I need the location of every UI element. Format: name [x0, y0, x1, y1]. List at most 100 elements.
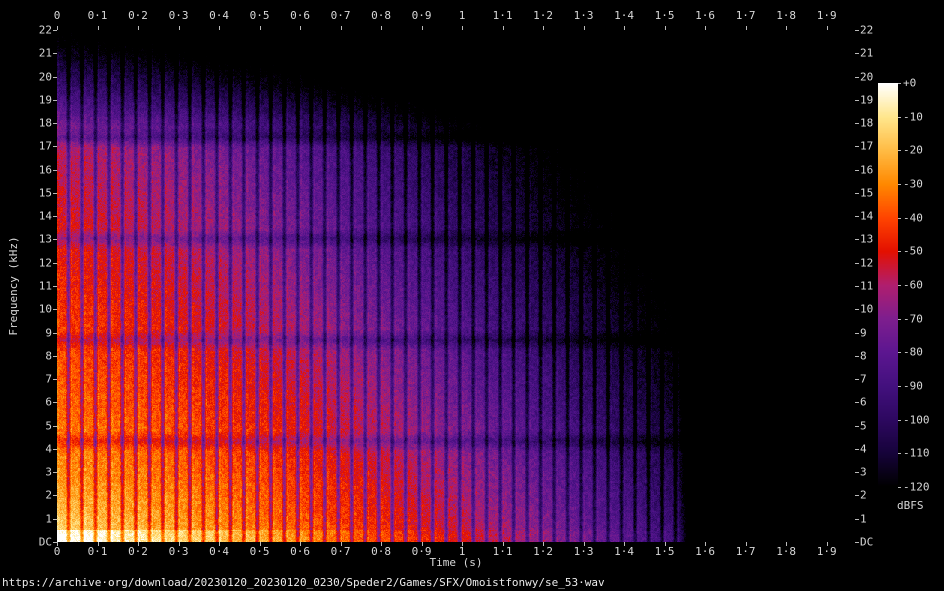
time-tick-label-bottom: 0·6 [290, 546, 310, 557]
freq-tick-label-left: 11 [39, 281, 52, 292]
freq-tick-label-left: 2 [45, 490, 52, 501]
freq-tick-label-right: 21 [860, 48, 873, 59]
colorbar-tick-label: -120 [903, 482, 930, 493]
colorbar-tick-label: +0 [903, 78, 916, 89]
time-tick-label-top: 0·1 [88, 10, 108, 21]
freq-tick-label-left: 10 [39, 304, 52, 315]
time-tick-label-top: 1 [459, 10, 466, 21]
time-tick-label-top: 1·2 [533, 10, 553, 21]
time-tick-label-top: 1·1 [493, 10, 513, 21]
time-tick-label-top: 0·2 [128, 10, 148, 21]
time-tick-label-top: 0·3 [169, 10, 189, 21]
freq-tick-label-left: 4 [45, 443, 52, 454]
time-tick-label-top: 1·9 [817, 10, 837, 21]
freq-tick-label-left: 9 [45, 327, 52, 338]
freq-tick-label-left: 8 [45, 350, 52, 361]
freq-tick-label-right: 9 [860, 327, 867, 338]
freq-tick-label-right: 6 [860, 397, 867, 408]
freq-tick-label-left: 15 [39, 187, 52, 198]
time-tick-label-top: 1·5 [655, 10, 675, 21]
colorbar-tick-label: -110 [903, 448, 930, 459]
time-tick-label-bottom: 1·2 [533, 546, 553, 557]
freq-tick-label-right: 7 [860, 374, 867, 385]
freq-tick-label-left: 1 [45, 513, 52, 524]
time-tick-label-bottom: 1·7 [736, 546, 756, 557]
time-tick-label-bottom: 0·3 [169, 546, 189, 557]
spectrogram-canvas [57, 30, 855, 542]
freq-tick-label-right: 15 [860, 187, 873, 198]
time-tick-label-top: 0·7 [331, 10, 351, 21]
time-tick-label-bottom: 0·5 [250, 546, 270, 557]
time-tick-label-bottom: 0 [54, 546, 61, 557]
freq-tick-label-right: 5 [860, 420, 867, 431]
freq-tick-label-left: 16 [39, 164, 52, 175]
freq-tick-label-left: 21 [39, 48, 52, 59]
time-tick-label-bottom: 1·6 [695, 546, 715, 557]
freq-tick-label-right: 17 [860, 141, 873, 152]
time-tick-label-bottom: 1·4 [614, 546, 634, 557]
time-tick-label-bottom: 0·2 [128, 546, 148, 557]
freq-tick-label-left: 19 [39, 94, 52, 105]
freq-tick-label-right: 2 [860, 490, 867, 501]
colorbar-tick-label: -10 [903, 111, 923, 122]
spectrogram-page: Frequency (kHz) 0 0 0·1 0·1 0·2 0·2 0·3 0·3 0·4 0… [0, 0, 944, 591]
freq-tick-label-right: 4 [860, 443, 867, 454]
colorbar-tick-label: -30 [903, 179, 923, 190]
freq-tick-label-left: 7 [45, 374, 52, 385]
freq-tick-label-right: 12 [860, 257, 873, 268]
time-tick-label-top: 0·4 [209, 10, 229, 21]
time-tick-label-top: 0·8 [371, 10, 391, 21]
time-axis-title: Time (s) [430, 556, 483, 569]
time-tick-label-top: 1·8 [776, 10, 796, 21]
colorbar-tick-label: -50 [903, 246, 923, 257]
frequency-axis-title: Frequency (kHz) [8, 236, 19, 335]
colorbar-tick-label: -80 [903, 347, 923, 358]
freq-tick-label-left: 18 [39, 118, 52, 129]
colorbar-canvas [878, 83, 898, 487]
freq-tick-label-left: 3 [45, 467, 52, 478]
colorbar-tick-label: -90 [903, 381, 923, 392]
freq-tick-label-right: DC [860, 537, 873, 548]
colorbar-tick-label: -70 [903, 313, 923, 324]
colorbar-tick-label: -40 [903, 212, 923, 223]
freq-tick-label-left: 5 [45, 420, 52, 431]
time-tick-label-bottom: 0·8 [371, 546, 391, 557]
freq-tick-label-left: 22 [39, 25, 52, 36]
freq-tick-label-left: 20 [39, 71, 52, 82]
time-tick-label-top: 0·9 [412, 10, 432, 21]
freq-tick-label-left: 17 [39, 141, 52, 152]
time-tick-label-bottom: 1·1 [493, 546, 513, 557]
freq-tick-label-right: 8 [860, 350, 867, 361]
freq-tick-label-right: 22 [860, 25, 873, 36]
time-tick-label-bottom: 1·3 [574, 546, 594, 557]
time-tick-label-bottom: 1·8 [776, 546, 796, 557]
time-tick-label-bottom: 1·5 [655, 546, 675, 557]
freq-tick-label-right: 13 [860, 234, 873, 245]
freq-tick-label-right: 11 [860, 281, 873, 292]
time-tick-label-bottom: 0·7 [331, 546, 351, 557]
time-tick-label-bottom: 0·1 [88, 546, 108, 557]
freq-tick-label-right: 18 [860, 118, 873, 129]
freq-tick-label-right: 20 [860, 71, 873, 82]
time-tick-label-top: 0 [54, 10, 61, 21]
freq-tick-label-right: 19 [860, 94, 873, 105]
time-tick-label-top: 1·4 [614, 10, 634, 21]
freq-tick-label-right: 1 [860, 513, 867, 524]
freq-tick-label-right: 16 [860, 164, 873, 175]
colorbar-title: dBFS [897, 499, 924, 512]
source-url: https://archive·org/download/20230120_20… [2, 576, 605, 589]
time-tick-label-top: 1·3 [574, 10, 594, 21]
freq-tick-label-left: DC [39, 537, 52, 548]
time-tick-label-bottom: 1·9 [817, 546, 837, 557]
time-tick-label-bottom: 0·4 [209, 546, 229, 557]
time-tick-label-top: 1·6 [695, 10, 715, 21]
freq-tick-label-left: 13 [39, 234, 52, 245]
freq-tick-label-left: 12 [39, 257, 52, 268]
freq-tick-label-right: 10 [860, 304, 873, 315]
freq-tick-label-right: 3 [860, 467, 867, 478]
colorbar-tick-label: -100 [903, 414, 930, 425]
time-tick-label-top: 1·7 [736, 10, 756, 21]
freq-tick-label-left: 6 [45, 397, 52, 408]
colorbar-tick-label: -20 [903, 145, 923, 156]
freq-tick-label-left: 14 [39, 211, 52, 222]
